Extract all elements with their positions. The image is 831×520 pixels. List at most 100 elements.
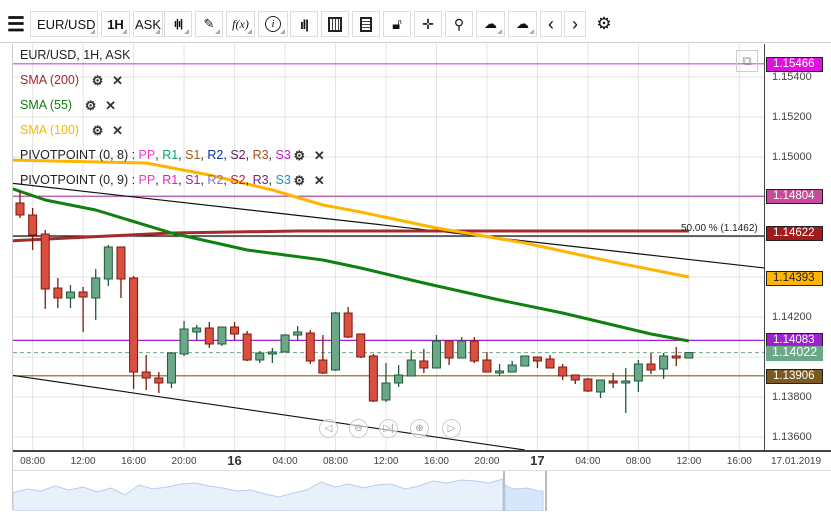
report-button[interactable] [352,11,380,37]
candle-body [633,363,643,382]
pivot-part: S1 [185,148,201,162]
candle [558,364,568,380]
pivot-part: R3 [252,173,269,187]
close-icon[interactable]: ✕ [104,99,117,112]
close-icon[interactable]: ✕ [313,174,326,187]
candle [520,355,530,367]
menu-button[interactable]: ☰ [4,11,28,37]
expand-button[interactable]: ⧉ [736,50,758,72]
zoom-out-icon: ⊖ [354,423,363,434]
symbol-select[interactable]: EUR/USD [30,11,98,37]
comma: , [268,148,276,162]
scroll-forward-button[interactable]: ▷ [442,419,461,438]
upload-button[interactable]: ☁ [476,11,505,37]
zoom-button[interactable]: ⚲ [445,11,473,37]
candle [381,363,391,402]
candle [406,350,416,377]
gear-icon[interactable]: ⚙ [84,99,97,112]
candle-body [558,366,568,377]
zoom-in-button[interactable]: ⊕ [410,419,429,438]
gear-icon[interactable]: ⚙ [293,174,306,187]
candle-body [204,327,214,345]
time-tick-label: 16:00 [121,456,147,467]
candle [583,378,593,392]
scroll-back-button[interactable]: ◁ [319,419,338,438]
download-button[interactable]: ☁ [508,11,537,37]
pivot-part: PP [138,173,156,187]
time-tick-label: 08:00 [322,456,349,467]
scroll-right-button[interactable]: › [564,11,586,37]
info-button[interactable]: i [258,11,288,37]
candle-body [406,359,416,377]
navigator[interactable] [12,470,831,512]
legend-title: EUR/USD, 1H, ASK [20,48,131,62]
candle [204,322,214,348]
candle [28,208,38,250]
pivot-part: R1 [162,148,179,162]
candle [684,352,694,359]
candle-body [280,334,290,353]
draw-button[interactable]: ✎ [195,11,223,37]
chart-type-button[interactable]: ı|ı| [164,11,192,37]
legend-indicator[interactable]: SMA (200) ⚙ ✕ [20,73,124,87]
gear-icon[interactable]: ⚙ [91,124,104,137]
candle-body [305,332,315,362]
comma: , [178,148,186,162]
close-icon[interactable]: ✕ [313,149,326,162]
price-level-badge: 1.14804 [766,189,823,205]
chevron-right-icon: › [572,13,578,34]
lock-button[interactable]: 🔓︎ [383,11,411,37]
pivot-separator: : [128,173,139,187]
chart-area[interactable] [13,44,765,450]
price-tick-label: 1.15400 [772,71,812,83]
candle [596,379,606,398]
candle [507,361,517,373]
volume-button[interactable]: ıl| [290,11,318,37]
candle [267,348,277,363]
gear-icon[interactable]: ⚙ [91,74,104,87]
candle-body [343,312,353,338]
zoom-out-button[interactable]: ⊖ [349,419,368,438]
time-tick-label: 16 [227,453,242,468]
navigator-handle-right [545,471,547,511]
candle-body [368,355,378,402]
go-to-end-button[interactable]: ▷| [379,419,398,438]
price-axis[interactable]: 1.15400 1.15200 1.15000 1.14200 1.13800 1.136… [766,44,831,450]
candle [255,351,265,363]
candle-body [596,379,606,393]
close-icon[interactable]: ✕ [111,124,124,137]
pivot-part: S2 [230,173,246,187]
pivot-part: PP [138,148,156,162]
price-type-select[interactable]: ASK [133,11,163,37]
indicators-button[interactable]: f(x) [226,11,255,37]
candle-body [457,340,467,359]
gear-icon[interactable]: ⚙ [293,149,306,162]
scroll-left-button[interactable]: ‹ [540,11,562,37]
gear-icon: ⚙ [596,14,612,33]
crosshair-button[interactable]: ✛ [414,11,442,37]
legend-pivot[interactable]: PIVOTPOINT (0, 9) : PP, R1, S1, R2, S2, … [20,173,326,187]
candle [154,372,164,393]
timeframe-select[interactable]: 1H [101,11,130,37]
comma: , [268,173,276,187]
legend-indicator[interactable]: SMA (55) ⚙ ✕ [20,98,117,112]
time-axis[interactable]: 08:00 12:00 16:00 20:00 16 04:00 08:00 12:00 16:… [13,450,831,468]
price-chart[interactable] [13,44,765,450]
close-icon[interactable]: ✕ [111,74,124,87]
lock-icon: 🔓︎ [392,15,402,33]
candle [532,356,542,368]
candle [15,191,25,218]
candle-body [129,277,139,373]
legend-indicator[interactable]: SMA (100) ⚙ ✕ [20,123,124,137]
candle-body [40,233,50,290]
legend-pivot[interactable]: PIVOTPOINT (0, 8) : PP, R1, S1, R2, S2, … [20,148,326,162]
settings-button[interactable]: ⚙ [592,11,616,37]
pivot-separator: : [128,148,139,162]
candle-body [28,214,38,236]
calendar-button[interactable] [321,11,349,37]
comma: , [200,148,208,162]
candle [368,354,378,402]
report-icon [360,16,372,32]
comma: , [245,173,253,187]
candle-body [166,352,176,384]
